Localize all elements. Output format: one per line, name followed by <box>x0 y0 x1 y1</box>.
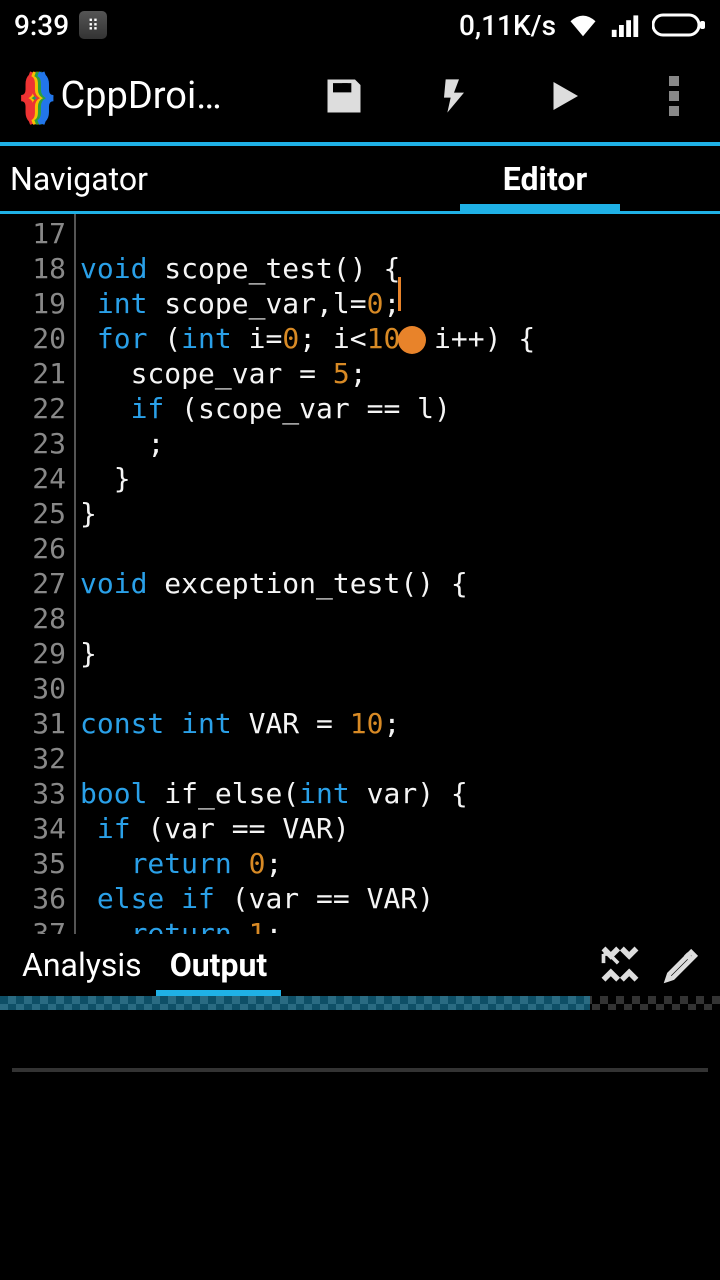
tab-analysis[interactable]: Analysis <box>8 934 156 996</box>
status-time: 9:39 <box>14 9 69 42</box>
code-line[interactable]: scope_var = 5; <box>80 356 720 391</box>
app-logo-icon: {} <box>20 63 48 129</box>
line-number: 36 <box>0 881 66 916</box>
app-title: CppDroi… <box>60 74 221 118</box>
battery-icon <box>652 13 706 37</box>
signal-icon <box>610 13 640 37</box>
tab-editor[interactable]: Editor <box>360 146 720 211</box>
top-tab-row: Navigator Editor <box>0 146 720 214</box>
code-line[interactable]: void exception_test() { <box>80 566 720 601</box>
tab-output-label: Output <box>170 946 268 984</box>
code-line[interactable]: if (var == VAR) <box>80 811 720 846</box>
code-line[interactable]: ; <box>80 426 720 461</box>
output-divider <box>12 1068 708 1072</box>
line-number: 35 <box>0 846 66 881</box>
line-number: 27 <box>0 566 66 601</box>
code-line[interactable] <box>80 216 720 251</box>
text-caret <box>398 277 401 311</box>
code-editor[interactable]: 1718192021222324252627282930313233343536… <box>0 214 720 934</box>
code-line[interactable]: return 0; <box>80 846 720 881</box>
line-number: 33 <box>0 776 66 811</box>
line-number: 20 <box>0 321 66 356</box>
line-number: 21 <box>0 356 66 391</box>
code-line[interactable]: } <box>80 636 720 671</box>
bottom-tab-row: Analysis Output <box>0 934 720 996</box>
line-number: 37 <box>0 916 66 934</box>
line-number: 31 <box>0 706 66 741</box>
line-number: 30 <box>0 671 66 706</box>
overflow-menu-icon[interactable] <box>650 72 698 120</box>
line-number: 17 <box>0 216 66 251</box>
run-icon[interactable] <box>540 72 588 120</box>
code-line[interactable] <box>80 531 720 566</box>
wifi-icon <box>568 13 598 37</box>
code-line[interactable]: const int VAR = 10; <box>80 706 720 741</box>
code-line[interactable] <box>80 671 720 706</box>
line-number: 28 <box>0 601 66 636</box>
tab-output[interactable]: Output <box>156 934 282 996</box>
notification-icon: ⠿ <box>79 11 107 39</box>
output-panel[interactable] <box>0 1010 720 1270</box>
code-line[interactable]: else if (var == VAR) <box>80 881 720 916</box>
tab-analysis-label: Analysis <box>22 946 142 984</box>
line-number: 34 <box>0 811 66 846</box>
flash-icon[interactable] <box>430 72 478 120</box>
line-number: 24 <box>0 461 66 496</box>
line-number: 25 <box>0 496 66 531</box>
status-bar: 9:39 ⠿ 0,11K/s <box>0 0 720 50</box>
line-number: 29 <box>0 636 66 671</box>
app-bar: {} CppDroi… <box>0 50 720 146</box>
line-number: 22 <box>0 391 66 426</box>
code-line[interactable] <box>80 741 720 776</box>
line-number: 19 <box>0 286 66 321</box>
collapse-icon[interactable] <box>598 943 642 987</box>
tab-navigator-label: Navigator <box>10 160 148 198</box>
code-area[interactable]: void scope_test() { int scope_var,l=0; f… <box>76 214 720 934</box>
network-speed: 0,11K/s <box>459 9 556 42</box>
edit-icon[interactable] <box>660 943 704 987</box>
line-number: 18 <box>0 251 66 286</box>
tab-navigator[interactable]: Navigator <box>0 146 360 211</box>
code-line[interactable]: } <box>80 461 720 496</box>
code-line[interactable]: bool if_else(int var) { <box>80 776 720 811</box>
line-number: 32 <box>0 741 66 776</box>
line-number: 26 <box>0 531 66 566</box>
cursor-handle-icon[interactable] <box>398 326 426 354</box>
tab-editor-label: Editor <box>503 160 587 198</box>
progress-strip <box>0 996 720 1010</box>
code-line[interactable] <box>80 601 720 636</box>
code-line[interactable]: if (scope_var == l) <box>80 391 720 426</box>
code-line[interactable]: } <box>80 496 720 531</box>
line-number: 23 <box>0 426 66 461</box>
save-icon[interactable] <box>320 72 368 120</box>
code-line[interactable]: return 1; <box>80 916 720 934</box>
line-number-gutter: 1718192021222324252627282930313233343536… <box>0 214 76 934</box>
